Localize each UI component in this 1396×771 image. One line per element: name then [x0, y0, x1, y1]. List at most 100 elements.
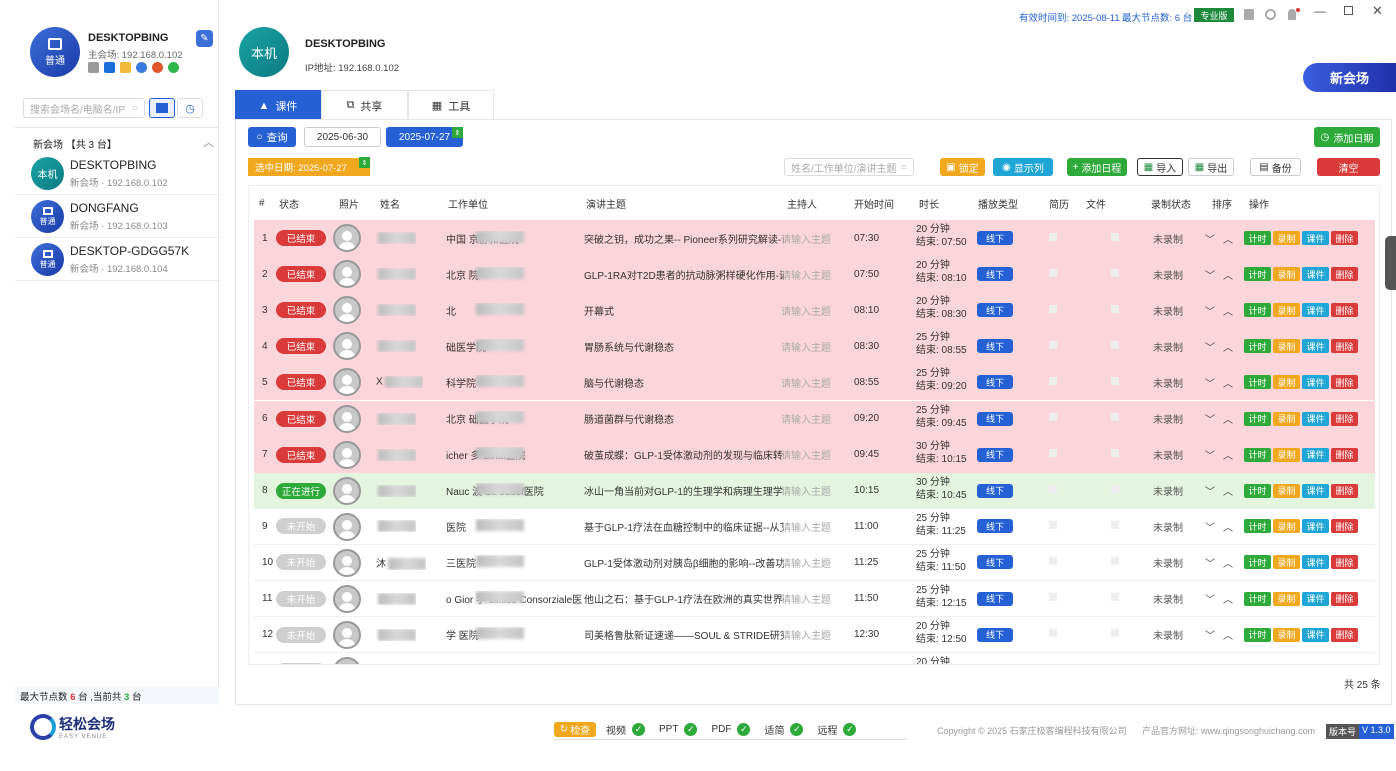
delete-button[interactable]: 删除 — [1331, 231, 1358, 245]
timer-button[interactable]: 计时 — [1244, 519, 1271, 534]
history-button[interactable]: ◷ — [177, 98, 203, 118]
play-type-badge[interactable]: 线下 — [977, 375, 1013, 390]
resume-indicator[interactable] — [1049, 485, 1057, 494]
host-field[interactable]: 请输入主题 — [781, 339, 831, 354]
table-row[interactable]: 5 已结束 X 科学院 脑与代谢稳态 请输入主题 08:55 25 分钟 结束: … — [254, 364, 1375, 401]
timer-button[interactable]: 计时 — [1244, 663, 1271, 664]
play-type-badge[interactable]: 线下 — [977, 555, 1013, 570]
play-type-badge[interactable]: 线下 — [977, 339, 1013, 354]
timer-button[interactable]: 计时 — [1244, 483, 1271, 498]
record-button[interactable]: 录制 — [1273, 411, 1300, 426]
device-item[interactable]: 本机 DESKTOPBING 新会场 · 192.168.0.102 — [15, 153, 218, 195]
resume-indicator[interactable] — [1049, 340, 1057, 349]
device-item[interactable]: 普通 DESKTOP-GDGG57K 新会场 · 192.168.0.104 — [15, 239, 218, 281]
resume-indicator[interactable] — [1049, 556, 1057, 565]
speaker-photo[interactable] — [333, 404, 361, 433]
record-button[interactable]: 录制 — [1273, 375, 1300, 390]
courseware-button[interactable]: 课件 — [1302, 627, 1329, 642]
device-item[interactable]: 普通 DONGFANG 新会场 · 192.168.0.103 — [15, 196, 218, 238]
record-button[interactable]: 录制 — [1273, 303, 1300, 318]
resume-indicator[interactable] — [1049, 449, 1057, 458]
move-up-icon[interactable]: ︿ — [1223, 595, 1233, 606]
timer-button[interactable]: 计时 — [1244, 411, 1271, 426]
move-up-icon[interactable]: ︿ — [1223, 523, 1233, 534]
move-up-icon[interactable]: ︿ — [1223, 415, 1233, 426]
delete-button[interactable]: 删除 — [1331, 339, 1358, 354]
speaker-photo[interactable] — [333, 368, 361, 397]
courseware-button[interactable]: 课件 — [1302, 303, 1329, 318]
courseware-button[interactable]: 课件 — [1302, 519, 1329, 534]
speaker-photo[interactable] — [333, 224, 361, 252]
record-button[interactable]: 录制 — [1273, 663, 1300, 664]
file-indicator[interactable] — [1111, 556, 1119, 565]
record-button[interactable]: 录制 — [1273, 447, 1300, 462]
edit-icon[interactable]: ✎ — [196, 30, 213, 47]
move-up-icon[interactable]: ︿ — [1223, 271, 1233, 282]
table-row[interactable]: 6 已结束 北京 础医学院 肠道菌群与代谢稳态 请输入主题 09:20 25 分… — [254, 400, 1375, 437]
add-date-button[interactable]: ◷ 添加日期 — [1314, 127, 1380, 147]
move-down-icon[interactable]: ﹀ — [1205, 235, 1215, 246]
record-button[interactable]: 录制 — [1273, 519, 1300, 534]
file-indicator[interactable] — [1111, 232, 1119, 241]
table-row[interactable]: 4 已结束 础医学院 胃肠系统与代谢稳态 请输入主题 08:30 25 分钟 结束… — [254, 328, 1375, 365]
schedule-search-input[interactable]: 姓名/工作单位/演讲主题 ○ — [784, 158, 914, 176]
speaker-photo[interactable] — [333, 585, 361, 613]
table-row[interactable]: 7 已结束 icher 多 Sinai医院 破茧成蝶：GLP-1受体激动剂的发现… — [254, 436, 1375, 473]
start-date-input[interactable]: 2025-06-30 — [304, 127, 381, 147]
host-field[interactable]: 请输入主题 — [781, 483, 831, 498]
table-row[interactable]: 12 未开始 学 医院 司美格鲁肽新证速递——SOUL & STRIDE研究解读… — [254, 617, 1375, 654]
file-indicator[interactable] — [1111, 376, 1119, 385]
table-row[interactable]: 9 未开始 医院 基于GLP-1疗法在血糖控制中的临床证据--从艾塞那 请输入主… — [254, 508, 1375, 545]
timer-button[interactable]: 计时 — [1244, 627, 1271, 642]
file-indicator[interactable] — [1111, 449, 1119, 458]
check-button[interactable]: ↻ 检查 — [554, 722, 596, 737]
host-field[interactable]: 请输入主题 — [781, 555, 831, 570]
play-type-badge[interactable]: 线下 — [977, 483, 1013, 498]
resume-indicator[interactable] — [1049, 232, 1057, 241]
courseware-button[interactable]: 课件 — [1302, 483, 1329, 498]
table-row[interactable]: 13 未开始 20 分钟 ﹀ ︿ 计时 录制 课件 删除 — [254, 653, 1375, 664]
table-row[interactable]: 10 未开始 沐 三医院 GLP-1受体激动剂对胰岛β细胞的影响--改善功能还是… — [254, 544, 1375, 581]
file-indicator[interactable] — [1111, 485, 1119, 494]
move-up-icon[interactable]: ︿ — [1223, 235, 1233, 246]
show-columns-button[interactable]: ◉ 显示列 — [993, 158, 1053, 176]
resume-indicator[interactable] — [1049, 376, 1057, 385]
speaker-photo[interactable] — [333, 476, 361, 505]
host-field[interactable]: 请输入主题 — [781, 447, 831, 462]
record-button[interactable]: 录制 — [1273, 627, 1300, 642]
delete-button[interactable]: 删除 — [1331, 447, 1358, 462]
speaker-photo[interactable] — [333, 332, 361, 361]
record-button[interactable]: 录制 — [1273, 267, 1300, 282]
resume-indicator[interactable] — [1049, 520, 1057, 529]
host-field[interactable]: 请输入主题 — [781, 303, 831, 318]
courseware-button[interactable]: 课件 — [1302, 231, 1329, 245]
move-down-icon[interactable]: ﹀ — [1205, 631, 1215, 642]
side-scroll-handle[interactable] — [1385, 236, 1396, 290]
move-down-icon[interactable]: ﹀ — [1205, 451, 1215, 462]
table-row[interactable]: 8 正在进行 Nauc 波 St. Josef医院 冰山一角当前对GLP-1的生… — [254, 472, 1375, 509]
list-view-button[interactable] — [149, 98, 175, 118]
host-field[interactable]: 请输入主题 — [781, 375, 831, 390]
move-up-icon[interactable]: ︿ — [1223, 631, 1233, 642]
courseware-button[interactable]: 课件 — [1302, 447, 1329, 462]
move-up-icon[interactable]: ︿ — [1223, 487, 1233, 498]
move-up-icon[interactable]: ︿ — [1223, 343, 1233, 354]
play-type-badge[interactable]: 线下 — [977, 411, 1013, 426]
resume-indicator[interactable] — [1049, 593, 1057, 601]
backup-button[interactable]: ▤ 备份 — [1250, 158, 1301, 176]
play-type-badge[interactable]: 线下 — [977, 591, 1013, 606]
timer-button[interactable]: 计时 — [1244, 591, 1271, 606]
speaker-photo[interactable] — [333, 440, 361, 469]
file-indicator[interactable] — [1111, 593, 1119, 601]
export-button[interactable]: ▦ 导出 — [1188, 158, 1234, 176]
courseware-button[interactable]: 课件 — [1302, 411, 1329, 426]
table-row[interactable]: 3 已结束 北 开幕式 请输入主题 08:10 20 分钟 结束: 08:30 线… — [254, 292, 1375, 329]
move-up-icon[interactable]: ︿ — [1223, 451, 1233, 462]
file-indicator[interactable] — [1111, 629, 1119, 638]
resume-indicator[interactable] — [1049, 268, 1057, 277]
record-button[interactable]: 录制 — [1273, 483, 1300, 498]
delete-button[interactable]: 删除 — [1331, 627, 1358, 642]
speaker-photo[interactable] — [333, 621, 361, 650]
play-type-badge[interactable]: 线下 — [977, 267, 1013, 282]
record-button[interactable]: 录制 — [1273, 591, 1300, 606]
